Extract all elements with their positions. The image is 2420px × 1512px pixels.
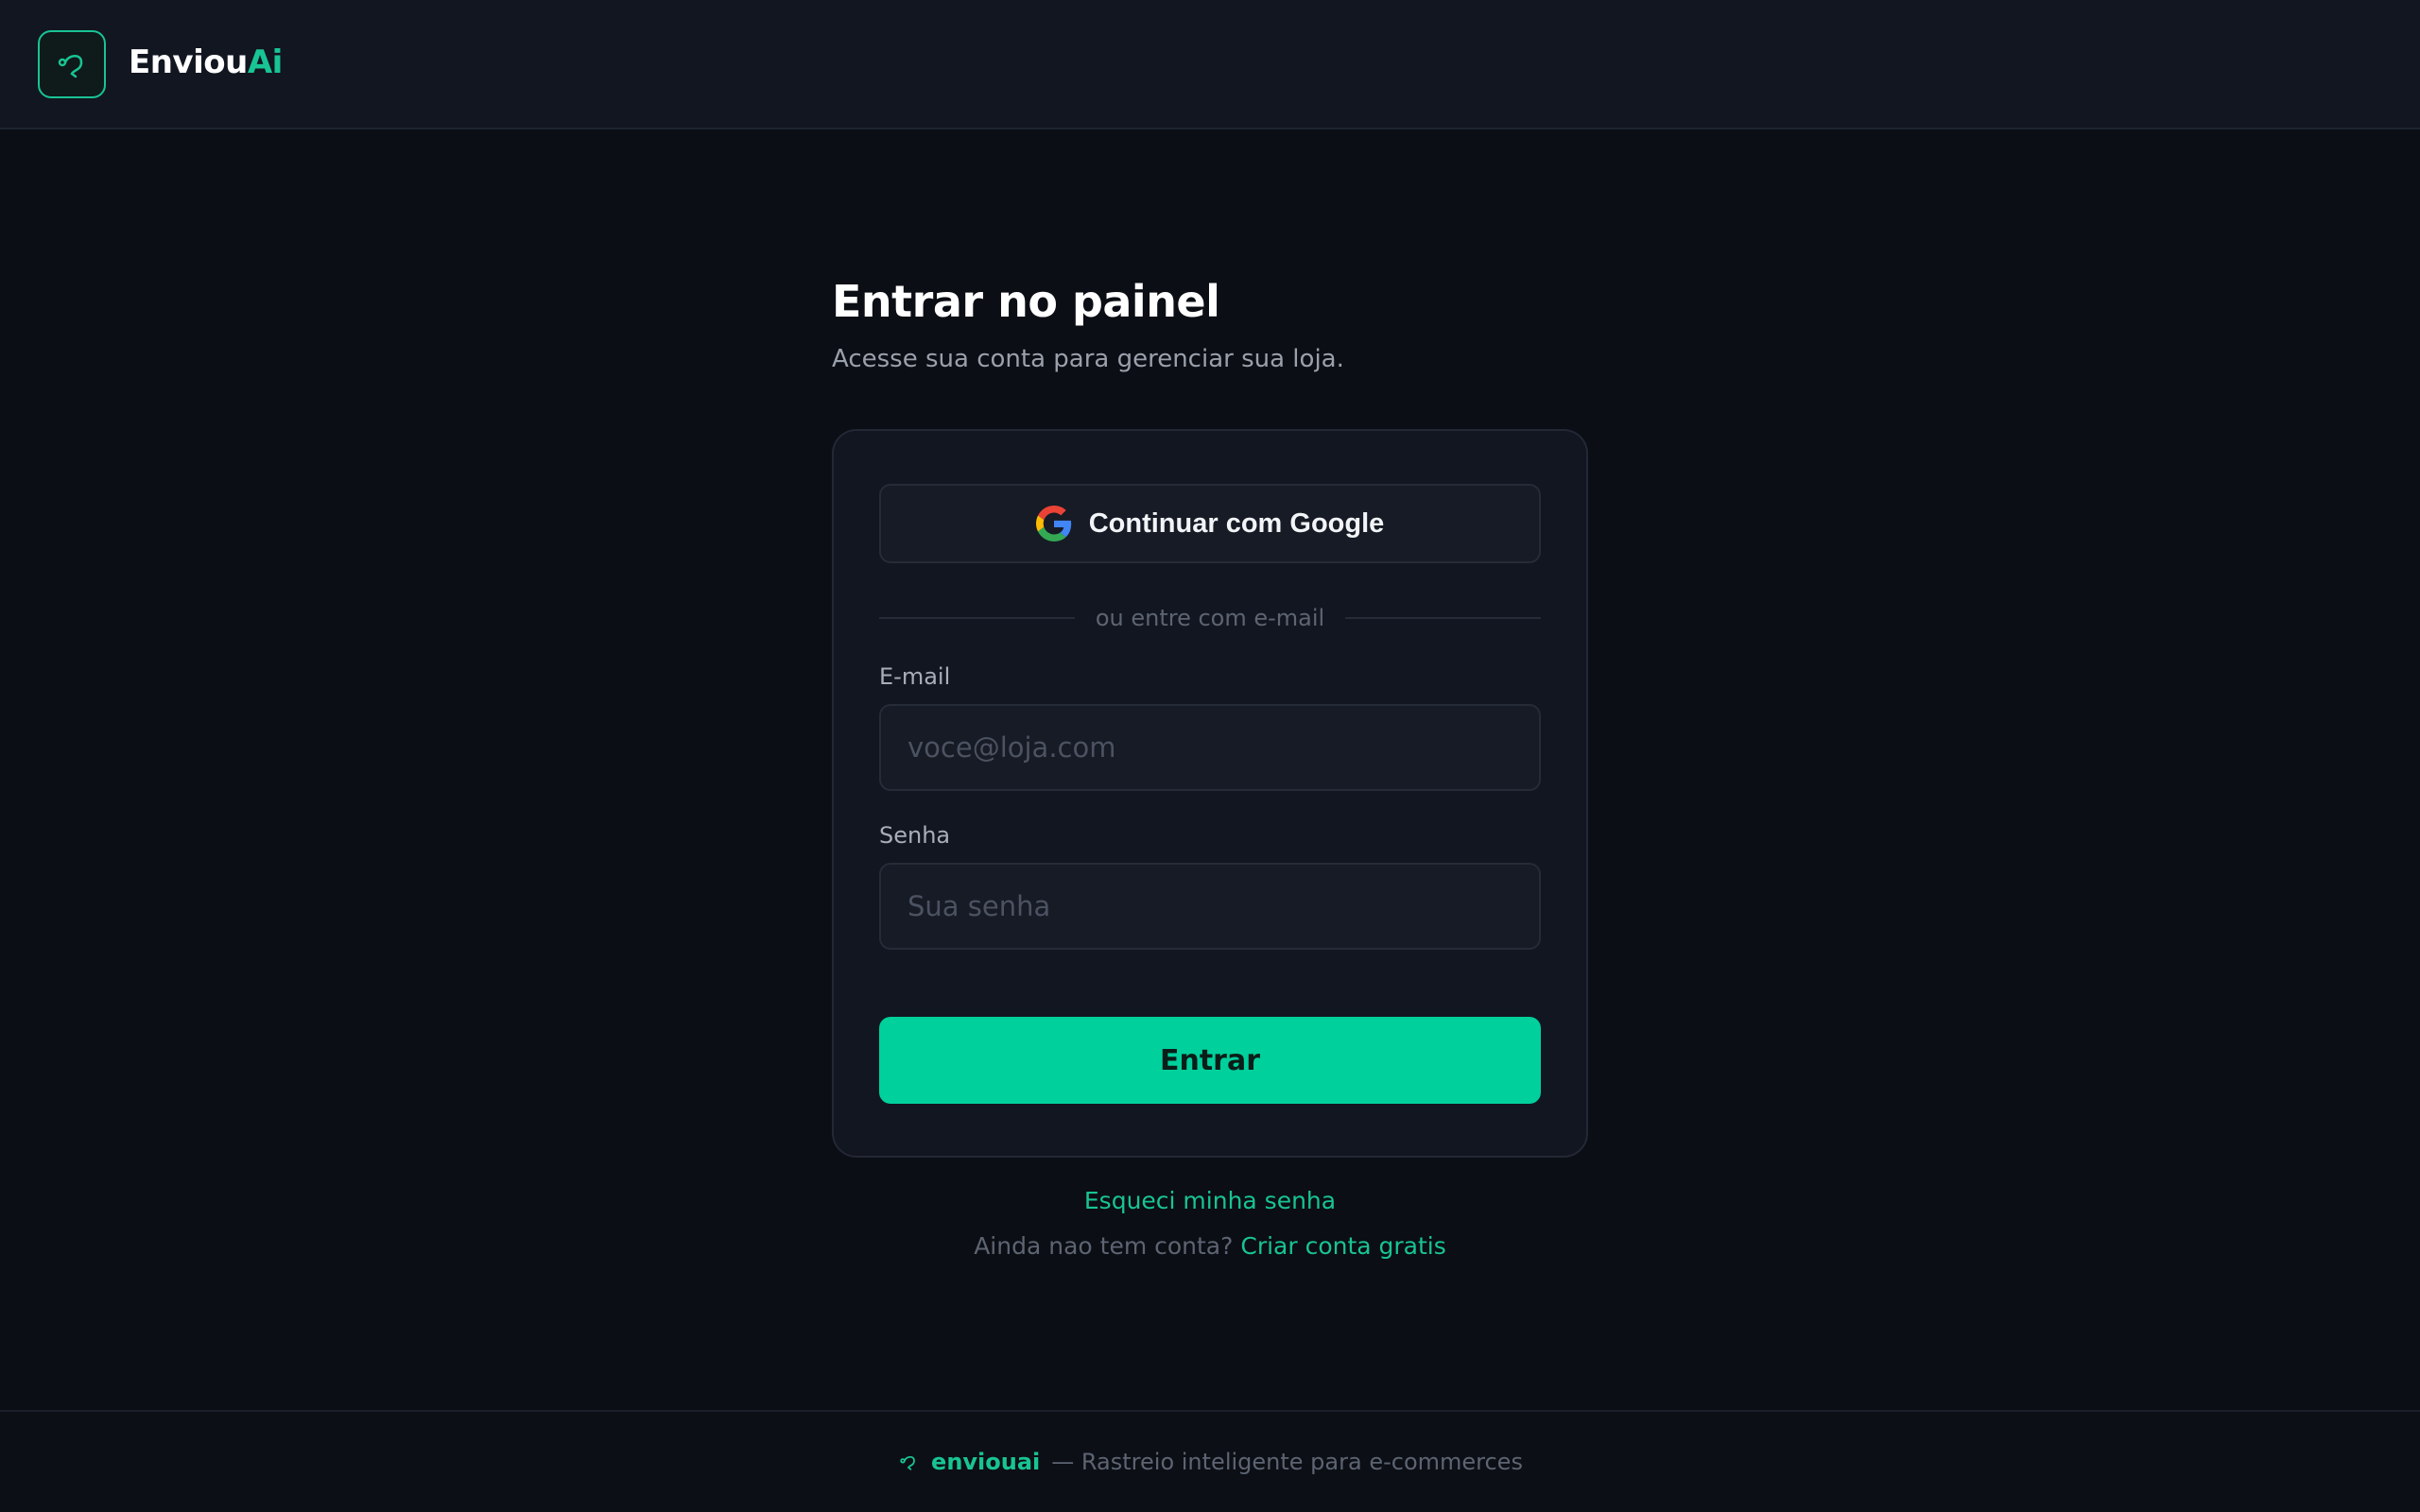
divider-text: ou entre com e-mail xyxy=(1095,605,1325,631)
logo[interactable] xyxy=(38,30,106,98)
footer-brand[interactable]: enviouai xyxy=(931,1449,1040,1475)
email-field[interactable] xyxy=(879,704,1541,791)
divider-line-right xyxy=(1345,617,1542,619)
route-icon xyxy=(58,55,83,78)
forgot-password-link[interactable]: Esqueci minha senha xyxy=(832,1187,1588,1214)
footer: enviouai — Rastreio inteligente para e-c… xyxy=(0,1410,2420,1512)
page-subtitle: Acesse sua conta para gerenciar sua loja… xyxy=(832,345,1344,373)
footer-tagline: — Rastreio inteligente para e-commerces xyxy=(1051,1449,1523,1475)
brand-name[interactable]: EnviouAi xyxy=(129,43,283,81)
divider-line-left xyxy=(879,617,1075,619)
brand-main: Enviou xyxy=(129,43,248,81)
password-label: Senha xyxy=(879,822,951,849)
submit-button[interactable]: Entrar xyxy=(879,1017,1541,1104)
signup-row: Ainda nao tem conta? Criar conta gratis xyxy=(832,1232,1588,1260)
top-bar: EnviouAi xyxy=(0,0,2420,129)
password-field[interactable] xyxy=(879,863,1541,950)
google-signin-button[interactable]: Continuar com Google xyxy=(879,484,1541,563)
brand-accent: Ai xyxy=(247,43,283,81)
google-icon xyxy=(1035,506,1071,541)
login-card: Continuar com Google ou entre com e-mail… xyxy=(832,429,1588,1158)
no-account-text: Ainda nao tem conta? xyxy=(974,1232,1234,1260)
google-signin-label: Continuar com Google xyxy=(1088,507,1385,539)
route-icon xyxy=(900,1455,915,1470)
email-label: E-mail xyxy=(879,663,951,690)
divider: ou entre com e-mail xyxy=(879,599,1542,637)
signup-link[interactable]: Criar conta gratis xyxy=(1240,1232,1445,1260)
page-title: Entrar no painel xyxy=(832,276,1220,327)
